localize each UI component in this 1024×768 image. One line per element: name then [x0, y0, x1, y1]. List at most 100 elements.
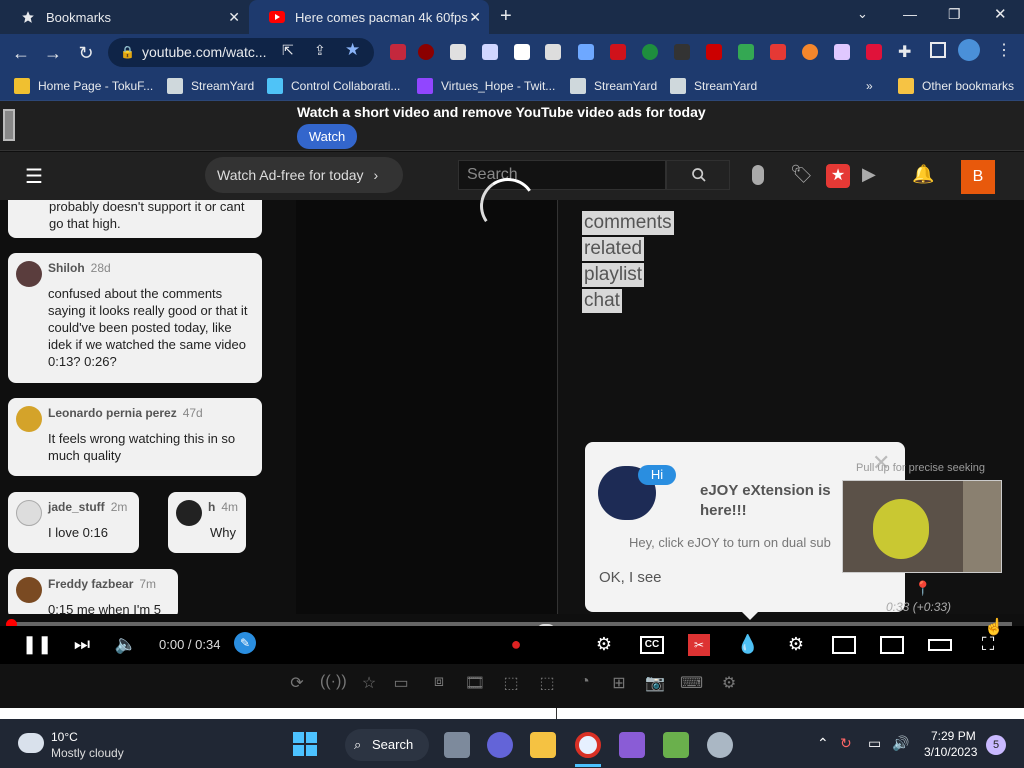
- weather-description[interactable]: Mostly cloudy: [51, 746, 124, 760]
- open-in-icon[interactable]: ⇱: [282, 42, 294, 59]
- account-avatar[interactable]: B: [961, 160, 995, 194]
- watch-button[interactable]: Watch: [297, 124, 357, 149]
- star-extension-icon[interactable]: ★: [826, 164, 850, 188]
- extensions-puzzle-icon[interactable]: ✚: [898, 42, 911, 62]
- link-chat[interactable]: chat: [582, 289, 622, 313]
- clip-icon[interactable]: ✂: [688, 634, 710, 656]
- search-button[interactable]: [666, 160, 730, 190]
- extension-icon[interactable]: [578, 44, 594, 60]
- fit-icon[interactable]: ⬚: [536, 673, 558, 693]
- close-tab-icon[interactable]: ✕: [469, 9, 481, 26]
- forward-icon[interactable]: →: [42, 42, 64, 64]
- settings-icon[interactable]: [707, 732, 733, 758]
- extension-icon[interactable]: [770, 44, 786, 60]
- new-tab-button[interactable]: +: [500, 5, 512, 28]
- link-related[interactable]: related: [582, 237, 645, 261]
- camera-icon[interactable]: ⧈: [428, 673, 450, 693]
- extension-icon[interactable]: [834, 44, 850, 60]
- tab-youtube[interactable]: Here comes pacman 4k 60fps - Y ✕: [249, 0, 489, 34]
- gear-icon[interactable]: ⚙: [718, 673, 740, 693]
- ads-icon[interactable]: ▭: [390, 673, 412, 693]
- loop-icon[interactable]: ⟳: [286, 673, 308, 693]
- scroll-handle[interactable]: [3, 109, 15, 141]
- extension-icon[interactable]: [674, 44, 690, 60]
- other-bookmarks-folder[interactable]: Other bookmarks: [898, 77, 1014, 95]
- watch-adfree-button[interactable]: Watch Ad-free for today ›: [205, 157, 403, 193]
- app-icon[interactable]: [663, 732, 689, 758]
- add-box-icon[interactable]: ⊞: [608, 673, 630, 693]
- link-playlist[interactable]: playlist: [582, 263, 645, 287]
- bell-icon[interactable]: 🔔: [912, 164, 934, 185]
- chrome-icon[interactable]: [575, 732, 601, 758]
- side-panel-icon[interactable]: [930, 42, 946, 58]
- pause-button[interactable]: ❚❚: [22, 632, 52, 656]
- extension-icon[interactable]: [706, 44, 722, 60]
- theater-icon[interactable]: [880, 636, 904, 654]
- speed-icon[interactable]: ◔: [574, 673, 596, 693]
- back-icon[interactable]: ←: [10, 42, 32, 64]
- extension-icon[interactable]: [514, 44, 530, 60]
- miniplayer-icon[interactable]: [832, 636, 856, 654]
- clock-date[interactable]: 3/10/2023: [924, 745, 977, 759]
- video-player[interactable]: [296, 200, 558, 614]
- extension-icon[interactable]: [610, 44, 626, 60]
- bookmark-item[interactable]: StreamYard: [670, 77, 757, 95]
- task-view-icon[interactable]: [444, 732, 470, 758]
- file-explorer-icon[interactable]: [530, 732, 556, 758]
- audio-icon[interactable]: ((·)): [320, 673, 347, 693]
- volume-button[interactable]: 🔈: [114, 632, 138, 656]
- clock-time[interactable]: 7:29 PM: [931, 729, 976, 743]
- visual-studio-icon[interactable]: [619, 732, 645, 758]
- chevron-down-icon[interactable]: ⌄: [857, 6, 868, 22]
- microphone-icon[interactable]: [752, 165, 764, 185]
- minimize-button[interactable]: —: [903, 6, 917, 22]
- extension-icon[interactable]: [450, 44, 466, 60]
- next-button[interactable]: ⏭: [70, 632, 94, 656]
- settings-icon[interactable]: ⚙: [784, 632, 808, 656]
- extension-icon[interactable]: [802, 44, 818, 60]
- teams-chat-icon[interactable]: [487, 732, 513, 758]
- monitor-icon[interactable]: ▭: [868, 735, 881, 752]
- wide-mode-icon[interactable]: [928, 639, 952, 651]
- extension-icon[interactable]: [642, 44, 658, 60]
- menu-kebab-icon[interactable]: ⋮: [996, 40, 1012, 60]
- link-comments[interactable]: comments: [582, 211, 674, 235]
- star-icon[interactable]: ☆: [358, 673, 380, 693]
- bookmark-item[interactable]: Control Collaborati...: [267, 77, 400, 95]
- ejoy-ok-button[interactable]: OK, I see: [599, 569, 662, 586]
- notification-badge[interactable]: 5: [986, 735, 1006, 755]
- screenshot-icon[interactable]: 📷: [644, 673, 666, 693]
- more-bookmarks-button[interactable]: »: [866, 77, 873, 95]
- close-tab-icon[interactable]: ✕: [228, 9, 240, 26]
- ejoy-button[interactable]: ✎: [234, 632, 256, 654]
- keyboard-icon[interactable]: ⌨: [680, 673, 703, 693]
- hamburger-menu-icon[interactable]: ☰: [25, 164, 43, 189]
- windows-start-icon[interactable]: [293, 732, 319, 758]
- weather-cloud-icon[interactable]: [18, 733, 44, 753]
- address-bar[interactable]: 🔒 youtube.com/watc...: [108, 38, 374, 67]
- tag-icon[interactable]: 🏷: [790, 164, 813, 185]
- restore-button[interactable]: ❐: [948, 6, 961, 23]
- sync-icon[interactable]: ↻: [840, 735, 852, 752]
- extension-icon[interactable]: [482, 44, 498, 60]
- close-window-button[interactable]: ✕: [994, 5, 1007, 23]
- tab-bookmarks[interactable]: Bookmarks ✕: [0, 0, 248, 34]
- droplet-icon[interactable]: 💧: [736, 632, 760, 656]
- film-icon[interactable]: 🎞: [464, 673, 486, 693]
- bookmark-item[interactable]: StreamYard: [167, 77, 254, 95]
- extension-icon[interactable]: [545, 44, 561, 60]
- bookmark-item[interactable]: Home Page - TokuF...: [14, 77, 153, 95]
- bookmark-item[interactable]: StreamYard: [570, 77, 657, 95]
- profile-avatar[interactable]: [958, 39, 980, 61]
- taskbar-search[interactable]: ⌕ Search: [345, 729, 429, 761]
- play-icon[interactable]: ▶: [862, 164, 876, 185]
- weather-temp[interactable]: 10°C: [51, 730, 78, 744]
- share-icon[interactable]: ⇪: [314, 42, 326, 59]
- chevron-up-icon[interactable]: ⌃: [817, 735, 829, 752]
- chat-bubble-icon[interactable]: ●: [504, 632, 528, 656]
- extension-icon[interactable]: [390, 44, 406, 60]
- bookmark-star-icon[interactable]: ★: [345, 40, 360, 60]
- extension-icon[interactable]: [738, 44, 754, 60]
- bookmark-item[interactable]: Virtues_Hope - Twit...: [417, 77, 555, 95]
- volume-icon[interactable]: 🔊: [892, 735, 909, 752]
